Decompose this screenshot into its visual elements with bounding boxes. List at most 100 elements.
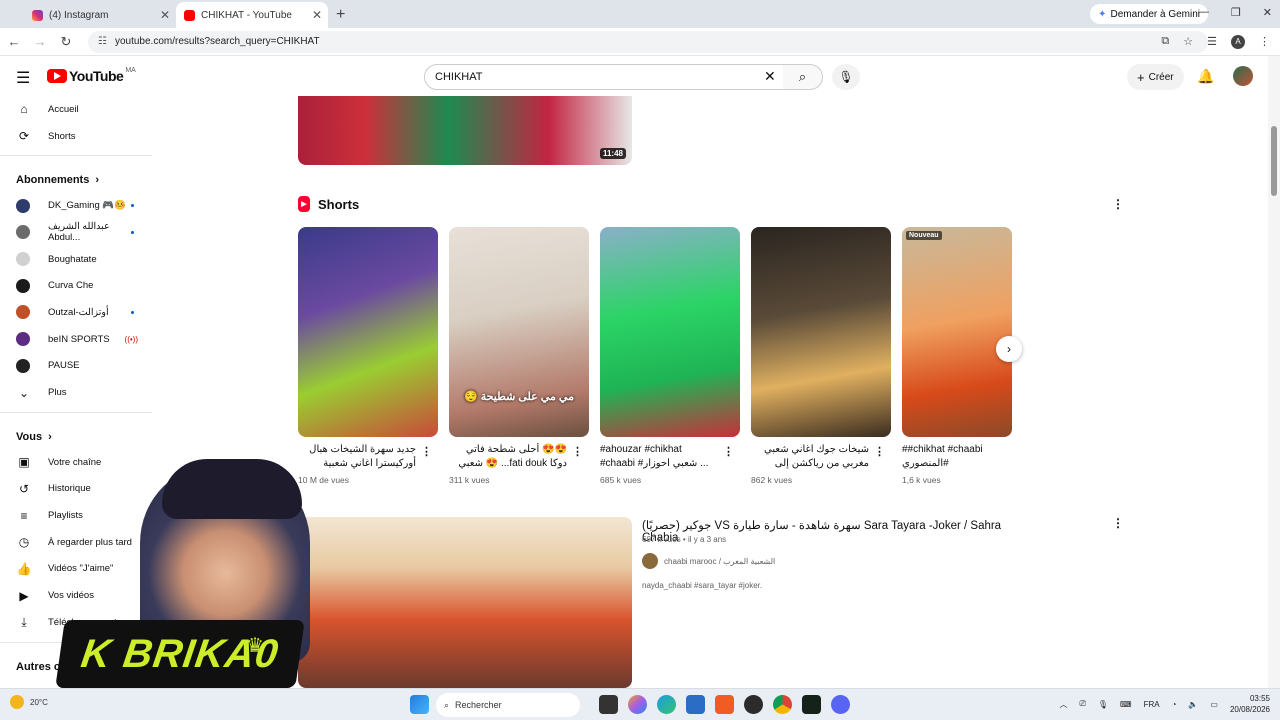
mic-tray-icon[interactable]: 🎙 [1098,700,1108,709]
windows-start-icon[interactable] [410,695,429,714]
sidebar-item-subscription[interactable]: عبدالله الشريف Abdul... [0,219,160,246]
short-item[interactable]: شيخات جوك اغاني شعبي مغربي من رياكشن إلى… [751,227,891,485]
keyboard-icon[interactable]: ⌨ [1120,700,1132,709]
short-item[interactable]: Nouveau ##chikhat #chaabi المنصوري# 1,6 … [902,227,1012,485]
youtube-logo[interactable]: YouTube MA [47,67,136,84]
sidebar-item-subscription[interactable]: DK_Gaming 🎮🤒 [0,192,160,219]
discord-icon[interactable] [831,695,850,714]
file-explorer-icon[interactable] [599,695,618,714]
voice-search-button[interactable]: 🎙 [832,64,860,90]
short-more-icon[interactable]: ⋮ [874,445,885,458]
sidebar-item-subscription[interactable]: Outzal-أوتزالت [0,299,160,326]
menu-kebab-icon[interactable]: ⋮ [1259,35,1270,48]
plus-icon: + [1137,69,1145,85]
restore-icon[interactable]: ❐ [1231,6,1241,19]
short-item[interactable]: #ahouzar #chikhat #chaabi #شعبي احوزار .… [600,227,740,485]
profile-avatar[interactable]: A [1231,34,1245,49]
video-thumbnail[interactable] [298,517,632,688]
gemini-button[interactable]: ✦ Demander à Gemini [1090,4,1208,24]
volume-icon[interactable]: 🔈 [1188,700,1198,709]
new-content-dot [131,310,134,314]
reload-icon[interactable]: ↻ [54,34,78,50]
store-icon[interactable] [686,695,705,714]
video-thumbnail[interactable]: 11:48 [298,96,632,165]
chevron-right-icon: › [1007,342,1011,356]
short-thumbnail[interactable]: Nouveau [902,227,1012,437]
new-tab-button[interactable]: + [336,2,345,28]
notifications-bell-icon[interactable]: 🔔 [1197,68,1214,85]
home-icon: ⌂ [20,102,28,117]
page-scrollbar[interactable] [1268,56,1280,688]
sidebar-item-subscription[interactable]: Curva Che [0,272,160,299]
forward-icon[interactable]: → [28,34,52,49]
short-more-icon[interactable]: ⋮ [572,445,583,458]
short-thumbnail[interactable] [600,227,740,437]
language-indicator[interactable]: FRA [1144,700,1160,709]
network-icon[interactable]: ⎚ [1079,699,1085,709]
close-window-icon[interactable]: ✕ [1263,6,1272,19]
clock[interactable]: 03:55 20/08/2026 [1230,693,1270,715]
short-title[interactable]: 😍😍 أحلى شطحة فاتي دوكا fati douk... 😍 شع… [449,443,567,471]
short-thumbnail[interactable]: مي مي على شطيحة 😌 [449,227,589,437]
short-item[interactable]: مي مي على شطيحة 😌 😍😍 أحلى شطحة فاتي دوكا… [449,227,589,485]
sidebar-item-shorts[interactable]: ⟳ Shorts [0,123,160,150]
reading-list-icon[interactable]: ☰ [1207,35,1217,48]
short-title[interactable]: شيخات جوك اغاني شعبي مغربي من رياكشن إلى… [751,443,869,471]
terminal-icon[interactable] [802,695,821,714]
close-icon[interactable]: ✕ [312,8,322,22]
address-toolbar: ← → ↻ ☷ youtube.com/results?search_query… [0,28,1280,56]
copilot-icon[interactable] [628,695,647,714]
video-more-icon[interactable]: ⋮ [1112,516,1124,530]
obs-icon[interactable] [744,695,763,714]
url-bar[interactable]: ☷ youtube.com/results?search_query=CHIKH… [88,30,1208,53]
short-title[interactable]: #ahouzar #chikhat #chaabi #شعبي احوزار .… [600,443,718,471]
taskbar-search[interactable]: ⌕ Rechercher [436,693,580,717]
search-input[interactable]: CHIKHAT [424,64,784,90]
brave-icon[interactable] [715,695,734,714]
sidebar-item-subscription[interactable]: Boughatate [0,246,160,273]
wifi-icon[interactable]: ◔ [1172,700,1177,709]
chrome-icon[interactable] [773,695,792,714]
short-thumbnail[interactable] [751,227,891,437]
streamer-logo: K BRIKA0 [55,620,305,688]
hamburger-menu-icon[interactable]: ☰ [16,68,30,88]
youtube-icon [184,9,195,21]
new-badge: Nouveau [906,231,942,240]
search-button[interactable]: ⌕ [783,64,823,90]
short-thumbnail[interactable] [298,227,438,437]
short-title[interactable]: ##chikhat #chaabi المنصوري# [902,443,1012,471]
tray-chevron-icon[interactable]: ︿ [1059,699,1067,710]
short-more-icon[interactable]: ⋮ [723,445,734,458]
site-info-icon[interactable]: ☷ [98,36,107,47]
video-channel[interactable]: chaabi marooc / الشعبية المغرب [642,553,775,569]
sidebar-item-subscription[interactable]: PAUSE [0,353,160,380]
sidebar-item-label: Accueil [48,103,79,115]
back-icon[interactable]: ← [2,34,26,49]
bookmark-star-icon[interactable]: ☆ [1183,35,1193,48]
clear-search-icon[interactable]: ✕ [764,68,776,85]
weather-moon-icon [10,695,24,709]
sidebar-item-more[interactable]: ⌄ Plus [0,379,160,406]
shorts-shelf: جديد سهرة الشيخات هبال أوركيسترا اغاني ش… [298,227,1012,497]
edge-icon[interactable] [657,695,676,714]
shelf-next-button[interactable]: › [996,336,1022,362]
sidebar-item-subscription[interactable]: beIN SPORTS ((•)) [0,326,160,353]
tab-youtube[interactable]: CHIKHAT - YouTube ✕ [176,2,328,28]
shelf-more-icon[interactable]: ⋮ [1112,197,1124,211]
close-icon[interactable]: ✕ [160,8,170,22]
minimize-icon[interactable]: — [1198,6,1209,19]
tab-instagram[interactable]: (4) Instagram ✕ [24,2,176,28]
account-avatar[interactable] [1233,66,1253,86]
gemini-label: Demander à Gemini [1110,8,1200,20]
battery-icon[interactable]: ▭ [1210,700,1218,709]
video-description: nayda_chaabi #sara_tayar #joker. [642,581,763,590]
subscriptions-header[interactable]: Abonnements › [0,162,160,192]
sidebar-item-home[interactable]: ⌂ Accueil [0,96,160,123]
weather-widget[interactable]: 20°C [10,695,48,709]
webcam-overlay: K BRIKA0 ♛ [55,445,320,688]
create-button[interactable]: + Créer [1127,64,1184,90]
short-more-icon[interactable]: ⋮ [421,445,432,458]
scrollbar-thumb[interactable] [1271,126,1277,196]
youtube-header: ☰ YouTube MA CHIKHAT ✕ ⌕ 🎙 + Créer 🔔 [0,56,1268,96]
install-icon[interactable]: ⧉ [1161,35,1169,48]
